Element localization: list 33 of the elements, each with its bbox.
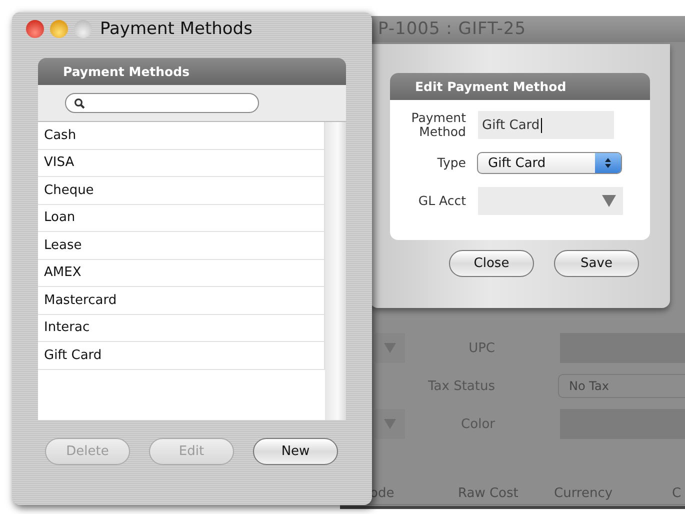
list-item[interactable]: AMEX xyxy=(38,260,325,287)
field-label: Type xyxy=(436,156,466,170)
list-item[interactable]: Interac xyxy=(38,314,325,342)
close-icon[interactable] xyxy=(26,20,44,38)
list-item[interactable]: Cheque xyxy=(38,177,325,204)
field-label: UPC xyxy=(468,340,495,356)
list-item[interactable]: Lease xyxy=(38,232,325,260)
panel-header: Payment Methods xyxy=(38,58,346,85)
scrollbar-track[interactable] xyxy=(325,122,346,420)
field-label: GL Acct xyxy=(417,194,466,208)
action-button[interactable]: New xyxy=(253,438,338,465)
field-label: Color xyxy=(460,416,495,432)
combo-box[interactable] xyxy=(478,187,623,215)
panel-header: Edit Payment Method xyxy=(390,73,650,100)
input-field[interactable]: Gift Card xyxy=(478,111,614,139)
minimize-icon[interactable] xyxy=(50,20,68,38)
search-icon xyxy=(74,98,85,108)
stepper-arrows-icon xyxy=(595,153,621,173)
list-item[interactable]: Cash xyxy=(38,122,325,150)
list-item[interactable]: Loan xyxy=(38,204,325,232)
window-title: Payment Methods xyxy=(100,18,252,38)
list-item[interactable]: VISA xyxy=(38,150,325,177)
popup-menu[interactable]: Gift Card xyxy=(477,152,622,174)
list-item[interactable]: Gift Card xyxy=(38,342,325,370)
list-item[interactable]: Mastercard xyxy=(38,287,325,314)
zoom-icon[interactable] xyxy=(74,20,92,38)
field-label: Tax Status xyxy=(426,378,495,394)
window-title: P-1005 : GIFT-25 xyxy=(378,19,526,39)
search-field[interactable] xyxy=(65,93,259,113)
field-label: Payment Method xyxy=(410,111,466,139)
dialog-button[interactable]: Save xyxy=(554,250,639,277)
dropdown-arrow-icon xyxy=(602,195,616,207)
dialog-button[interactable]: Close xyxy=(449,250,534,277)
